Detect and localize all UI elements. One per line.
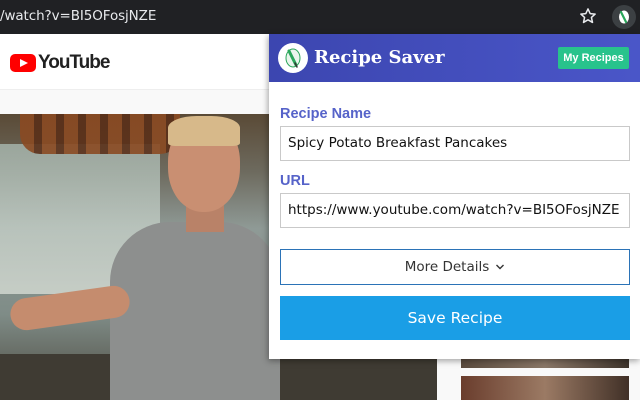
recipe-saver-popup: Recipe Saver My Recipes Recipe Name Spic… <box>269 34 640 359</box>
recipe-name-label: Recipe Name <box>280 106 372 122</box>
save-recipe-button[interactable]: Save Recipe <box>280 296 630 340</box>
video-chef-shirt <box>110 222 280 400</box>
video-hanging-pans <box>20 114 180 154</box>
more-details-label: More Details <box>404 259 490 275</box>
address-bar-url[interactable]: /watch?v=BI5OFosjNZE <box>0 8 156 24</box>
related-video-thumbnail[interactable] <box>461 376 629 400</box>
youtube-play-icon <box>10 54 36 72</box>
recipe-name-input[interactable]: Spicy Potato Breakfast Pancakes <box>280 126 630 161</box>
my-recipes-button[interactable]: My Recipes <box>558 47 629 69</box>
star-icon[interactable] <box>578 6 598 26</box>
video-chef-hair <box>168 116 240 146</box>
recipe-saver-extension-icon[interactable] <box>612 5 636 29</box>
chevron-down-icon <box>496 264 505 270</box>
youtube-logo[interactable]: YouTube <box>10 52 110 74</box>
youtube-logo-text: YouTube <box>38 52 110 73</box>
browser-toolbar: /watch?v=BI5OFosjNZE <box>0 0 640 34</box>
more-details-button[interactable]: More Details <box>280 249 630 285</box>
recipe-saver-logo-icon <box>278 43 308 73</box>
popup-header: Recipe Saver My Recipes <box>269 34 640 82</box>
url-input[interactable]: https://www.youtube.com/watch?v=BI5OFosj… <box>280 193 630 228</box>
url-label: URL <box>280 173 310 189</box>
popup-title: Recipe Saver <box>314 47 445 68</box>
